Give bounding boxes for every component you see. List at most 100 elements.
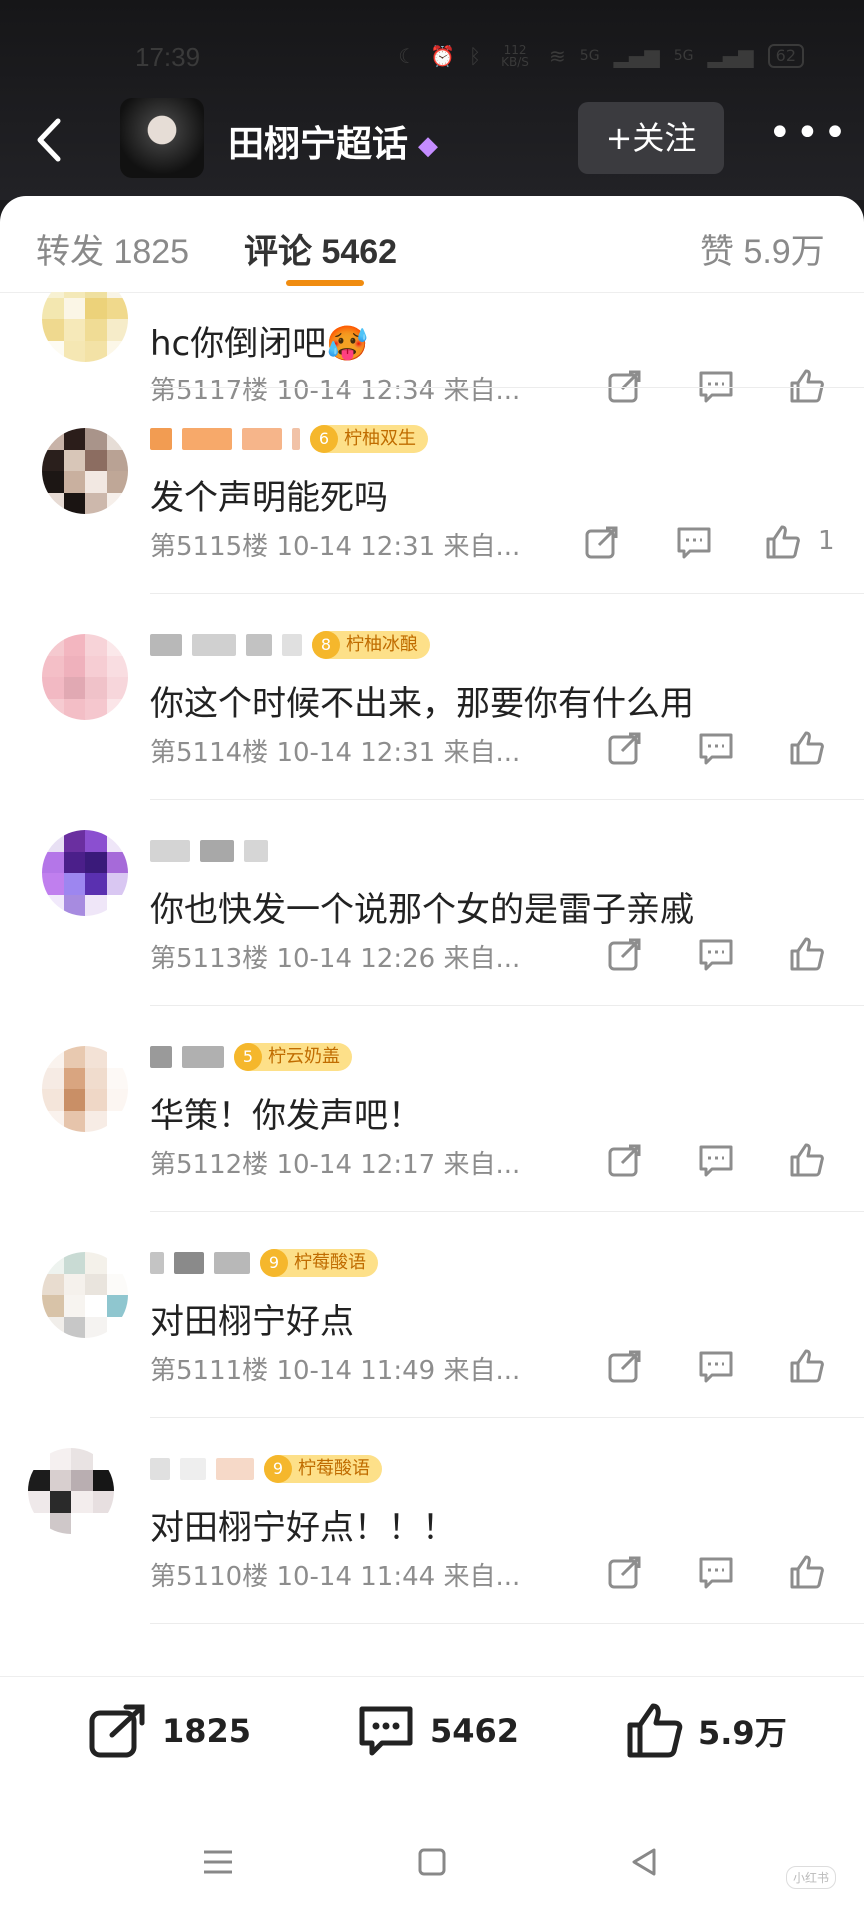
comments-sheet: 转发 1825 评论 5462 赞 5.9万 hc你倒闭吧🥵 第5117楼 10… (0, 196, 864, 1920)
topic-avatar[interactable] (120, 98, 204, 178)
comment-text: 你也快发一个说那个女的是雷子亲戚 (150, 890, 694, 930)
tab-bar: 转发 1825 评论 5462 赞 5.9万 (0, 196, 864, 293)
like-count: 1 (818, 526, 835, 556)
repost-icon[interactable] (607, 730, 643, 766)
badge-text: 柠柚冰酿 (346, 634, 418, 655)
comment-source: 来自... (443, 944, 521, 974)
reply-icon[interactable] (698, 730, 734, 766)
commenter-avatar[interactable] (42, 634, 128, 720)
comment-time: 10-14 12:31 (276, 738, 436, 768)
menu-icon[interactable] (200, 1844, 236, 1880)
repost-count: 1825 (162, 1712, 252, 1750)
repost-icon[interactable] (607, 1348, 643, 1384)
status-bar: 17:39 ☾ ⏰ ᛒ 112 KB/S ≋ 5G ▂▄▆ 5G ▂▄▆ 62 (0, 40, 864, 80)
commenter-avatar[interactable] (42, 1252, 128, 1338)
repost-action[interactable]: 1825 (88, 1701, 251, 1761)
fan-badge: 6 柠柚双生 (310, 425, 428, 453)
like-icon[interactable] (789, 1142, 825, 1178)
comment-item: 6 柠柚双生 发个声明能死吗 第5115楼 10-14 12:31 来自... 1 (0, 388, 864, 594)
diamond-icon: ◆ (418, 131, 439, 161)
page-title-text: 田栩宁超话 (228, 124, 409, 165)
comment-count: 5462 (430, 1712, 520, 1750)
like-icon[interactable] (789, 730, 825, 766)
fan-badge: 9 柠莓酸语 (260, 1249, 378, 1277)
comment-divider (150, 1623, 864, 1624)
repost-icon (89, 1704, 145, 1758)
back-nav-icon[interactable] (626, 1844, 662, 1880)
repost-icon[interactable] (584, 524, 620, 560)
commenter-name-blur[interactable]: 9 柠莓酸语 (150, 1455, 382, 1483)
commenter-avatar[interactable] (42, 1046, 128, 1132)
active-tab-indicator (286, 280, 364, 286)
badge-level: 8 (312, 631, 340, 659)
comment-meta: 第5111楼 10-14 11:49 来自... (150, 1350, 520, 1387)
signal-bars-icon: ▂▄▆ (613, 44, 660, 68)
comment-bubble-icon (359, 1706, 413, 1756)
comment-time: 10-14 11:44 (276, 1562, 436, 1592)
reply-icon[interactable] (698, 1348, 734, 1384)
comment-time: 10-14 12:26 (276, 944, 436, 974)
comment-source: 来自... (443, 1150, 521, 1180)
commenter-name-blur[interactable]: 5 柠云奶盖 (150, 1043, 352, 1071)
bottom-action-bar: 1825 5462 5.9万 (0, 1676, 864, 1777)
status-time: 17:39 (135, 42, 201, 72)
more-options-icon[interactable]: ••• (768, 113, 851, 153)
badge-level: 5 (234, 1043, 262, 1071)
comment-floor: 第5111楼 (150, 1356, 269, 1386)
like-action[interactable]: 5.9万 (624, 1701, 787, 1761)
comment-source: 来自... (443, 532, 521, 562)
thumbs-up-icon (627, 1703, 683, 1758)
commenter-avatar[interactable] (28, 1448, 114, 1534)
comment-source: 来自... (443, 1562, 521, 1592)
comment-floor: 第5115楼 (150, 532, 269, 562)
comment-source: 来自... (443, 1356, 521, 1386)
commenter-name-blur[interactable] (150, 838, 268, 864)
status-icons: ☾ ⏰ ᛒ 112 KB/S ≋ 5G ▂▄▆ 5G ▂▄▆ 62 (398, 44, 804, 68)
comment-meta: 第5112楼 10-14 12:17 来自... (150, 1144, 520, 1181)
comment-text: 对田栩宁好点 (150, 1302, 354, 1342)
home-icon[interactable] (414, 1844, 450, 1880)
comment-item: 5 柠云奶盖 华策！你发声吧！ 第5112楼 10-14 12:17 来自... (0, 1006, 864, 1212)
commenter-avatar[interactable] (42, 292, 128, 362)
comment-text: 发个声明能死吗 (150, 478, 388, 518)
repost-icon[interactable] (607, 936, 643, 972)
commenter-name-blur[interactable]: 8 柠柚冰酿 (150, 631, 430, 659)
commenter-name-blur[interactable]: 6 柠柚双生 (150, 425, 428, 453)
comment-floor: 第5110楼 (150, 1562, 269, 1592)
comment-item: 9 柠莓酸语 对田栩宁好点！！！ 第5110楼 10-14 11:44 来自... (0, 1418, 864, 1624)
reply-icon[interactable] (676, 524, 712, 560)
tab-likes[interactable]: 赞 5.9万 (700, 224, 825, 273)
comment-list[interactable]: hc你倒闭吧🥵 第5117楼 10-14 12:34 来自... 6 柠柚双生 … (0, 292, 864, 1672)
comment-action[interactable]: 5462 (356, 1701, 519, 1761)
comment-floor: 第5112楼 (150, 1150, 269, 1180)
like-icon[interactable] (765, 524, 801, 560)
badge-text: 柠莓酸语 (298, 1458, 370, 1479)
like-icon[interactable] (789, 936, 825, 972)
wifi-icon: ≋ (549, 44, 566, 68)
tab-reposts[interactable]: 转发 1825 (36, 224, 189, 273)
badge-text: 柠云奶盖 (268, 1046, 340, 1067)
follow-button[interactable]: +关注 (578, 102, 724, 174)
back-arrow-icon[interactable] (30, 115, 70, 165)
comment-time: 10-14 11:49 (276, 1356, 436, 1386)
like-icon[interactable] (789, 1348, 825, 1384)
like-icon[interactable] (789, 1554, 825, 1590)
comment-text: 对田栩宁好点！！！ (150, 1508, 456, 1548)
repost-icon[interactable] (607, 1142, 643, 1178)
reply-icon[interactable] (698, 936, 734, 972)
reply-icon[interactable] (698, 1554, 734, 1590)
badge-text: 柠柚双生 (344, 428, 416, 449)
badge-text: 柠莓酸语 (294, 1252, 366, 1273)
signal-bars-icon: ▂▄▆ (707, 44, 754, 68)
commenter-name-blur[interactable]: 9 柠莓酸语 (150, 1249, 378, 1277)
bluetooth-icon: ᛒ (469, 44, 482, 68)
tab-comments[interactable]: 评论 5462 (244, 224, 397, 273)
reply-icon[interactable] (698, 1142, 734, 1178)
commenter-avatar[interactable] (42, 428, 128, 514)
comment-meta: 第5110楼 10-14 11:44 来自... (150, 1556, 520, 1593)
top-header: 17:39 ☾ ⏰ ᛒ 112 KB/S ≋ 5G ▂▄▆ 5G ▂▄▆ 62 … (0, 0, 864, 200)
alarm-icon: ⏰ (430, 44, 456, 68)
comment-text: 你这个时候不出来，那要你有什么用 (150, 684, 694, 724)
repost-icon[interactable] (607, 1554, 643, 1590)
commenter-avatar[interactable] (42, 830, 128, 916)
